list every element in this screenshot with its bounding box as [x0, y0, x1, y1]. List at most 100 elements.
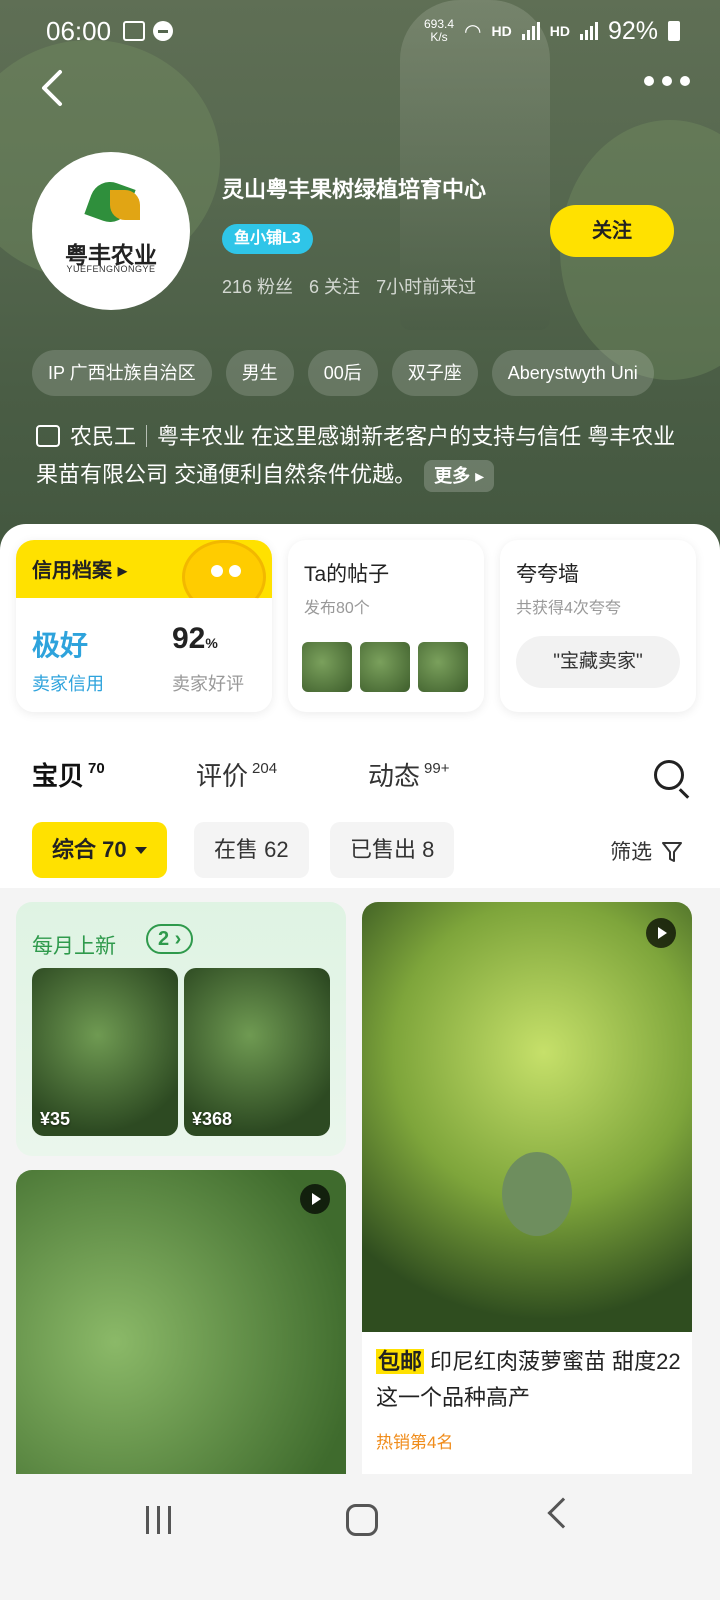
bio-occupation: 农民工: [70, 424, 137, 449]
good-review-label: 卖家好评: [172, 674, 244, 694]
filter-button-label: 筛选: [610, 841, 653, 864]
gallery-icon: [123, 21, 146, 41]
tab-reviews-label: 评价: [196, 761, 249, 791]
back-nav-icon[interactable]: [547, 1497, 579, 1529]
posts-thumbnails: [302, 642, 468, 692]
product-card-right[interactable]: 包邮 印尼红肉菠萝蜜苗 甜度22 这一个品种高产 热销第4名: [362, 902, 692, 1502]
praise-title: 夸夸墙: [516, 563, 579, 586]
praise-count: 共获得4次夸夸: [516, 600, 621, 617]
bio-more-button[interactable]: 更多 ▸: [424, 460, 495, 492]
signal-icon-2: [579, 22, 598, 40]
credit-title-text: 信用档案: [32, 560, 112, 582]
product-title: 包邮 印尼红肉菠萝蜜苗 甜度22 这一个品种高产: [376, 1344, 682, 1416]
seller-credit-label: 卖家信用: [32, 674, 104, 694]
tag-zodiac: 双子座: [391, 350, 478, 396]
hd-label-2: HD: [549, 23, 570, 39]
tab-reviews[interactable]: 评价 204: [196, 756, 277, 793]
fans-count[interactable]: 216 粉丝: [222, 273, 293, 299]
monthly-item-thumbnail[interactable]: ¥35: [32, 968, 178, 1136]
following-count[interactable]: 6 关注: [309, 273, 360, 299]
shop-name: 灵山粤丰果树绿植培育中心: [222, 177, 487, 202]
shop-avatar[interactable]: 粤丰农业 YUEFENGNONGYE: [32, 152, 190, 310]
filter-all[interactable]: 综合 70: [32, 822, 167, 878]
profile-tags: IP 广西壮族自治区 男生 00后 双子座 Aberystwyth Uni: [32, 350, 654, 396]
logo-leaf-icon: [110, 190, 140, 220]
shop-tabs: 宝贝 70 评价 204 动态 99+: [32, 756, 692, 806]
post-thumbnail[interactable]: [302, 642, 352, 692]
monthly-new-count[interactable]: 2 ›: [146, 924, 194, 954]
tab-items[interactable]: 宝贝 70: [32, 756, 105, 799]
filter-sold[interactable]: 已售出 8: [330, 822, 455, 878]
search-icon[interactable]: [654, 760, 684, 790]
wifi-icon: ◠: [464, 20, 482, 43]
filter-on-sale[interactable]: 在售 62: [194, 822, 309, 878]
more-options-icon[interactable]: [644, 76, 690, 86]
follow-button[interactable]: 关注: [550, 205, 674, 257]
tab-activity-label: 动态: [368, 761, 421, 791]
filter-all-label: 综合 70: [52, 837, 127, 862]
last-seen: 7小时前来过: [376, 277, 477, 297]
logo-brand-subtext: YUEFENGNONGYE: [66, 264, 156, 274]
do-not-disturb-icon: [153, 21, 174, 41]
credit-card-body: 极好 卖家信用 92% 卖家好评: [16, 598, 272, 712]
monthly-new-title: 每月上新: [32, 935, 116, 958]
posts-card[interactable]: Ta的帖子 发布80个: [288, 540, 484, 712]
shop-level-badge[interactable]: 鱼小铺L3: [222, 224, 313, 254]
video-play-icon: [300, 1184, 330, 1214]
back-arrow-icon[interactable]: [36, 68, 76, 108]
bio-more-label: 更多: [434, 466, 471, 486]
monthly-new-count-value: 2: [158, 928, 170, 950]
filter-sold-label: 已售出 8: [350, 837, 435, 862]
signal-icon: [521, 22, 540, 40]
home-icon[interactable]: [346, 1504, 378, 1536]
posts-count: 发布80个: [304, 600, 370, 617]
seller-credit-rating: 极好: [32, 630, 89, 661]
status-bar: 06:00 693.4 K/s ◠ HD HD 92%: [46, 14, 680, 48]
recent-apps-icon[interactable]: [146, 1506, 171, 1534]
good-review-rate: 92%: [172, 622, 218, 656]
item-filters: 综合 70 在售 62 已售出 8 筛选: [32, 822, 692, 878]
tag-gender: 男生: [225, 350, 294, 396]
shop-stats: 216 粉丝 6 关注 7小时前来过: [222, 273, 476, 299]
tag-age: 00后: [307, 350, 378, 396]
tab-activity[interactable]: 动态 99+: [368, 756, 449, 793]
credit-card-title: 信用档案 ▸: [32, 560, 128, 582]
posts-title: Ta的帖子: [304, 563, 390, 586]
praise-tag[interactable]: "宝藏卖家": [516, 636, 680, 688]
filter-on-sale-label: 在售 62: [214, 837, 289, 862]
divider: [146, 425, 148, 447]
credit-profile-card[interactable]: 信用档案 ▸ 极好 卖家信用 92% 卖家好评: [16, 540, 272, 712]
tab-items-count: 70: [88, 760, 105, 777]
video-play-icon: [646, 918, 676, 948]
network-speed-unit: K/s: [430, 30, 448, 44]
free-shipping-tag: 包邮: [376, 1349, 425, 1374]
monthly-new-card[interactable]: 每月上新 2 › ¥35 ¥368: [16, 902, 346, 1156]
tab-activity-count: 99+: [424, 760, 450, 777]
product-image[interactable]: [362, 902, 692, 1332]
filter-button[interactable]: 筛选: [610, 836, 682, 866]
tag-school: Aberystwyth Uni: [491, 350, 654, 396]
funnel-icon: [662, 842, 682, 862]
item-price: ¥35: [40, 1109, 71, 1129]
network-speed-value: 693.4: [424, 17, 455, 31]
tab-items-label: 宝贝: [32, 761, 85, 791]
good-rate-value: 92: [172, 622, 206, 655]
status-time: 06:00: [46, 15, 112, 46]
post-thumbnail[interactable]: [418, 642, 468, 692]
network-speed: 693.4 K/s: [424, 18, 454, 44]
content-panel: 信用档案 ▸ 极好 卖家信用 92% 卖家好评 Ta的帖子 发布80个 夸夸墙 …: [0, 524, 720, 1600]
item-price: ¥368: [192, 1109, 233, 1129]
product-image-fruit: [502, 1152, 572, 1236]
battery-percent: 92%: [607, 16, 658, 45]
good-rate-unit: %: [205, 635, 218, 651]
tab-reviews-count: 204: [252, 760, 278, 777]
praise-wall-card[interactable]: 夸夸墙 共获得4次夸夸 "宝藏卖家": [500, 540, 696, 712]
monthly-item-thumbnail[interactable]: ¥368: [184, 968, 330, 1136]
hot-rank-label: 热销第4名: [376, 1433, 454, 1452]
hd-label-1: HD: [491, 23, 512, 39]
tag-ip: IP 广西壮族自治区: [32, 350, 212, 396]
system-navigation-bar: [0, 1474, 720, 1600]
shop-bio: 农民工 粤丰农业 在这里感谢新老客户的支持与信任 粤丰农业果苗有限公司 交通便利自…: [36, 418, 686, 494]
occupation-icon: [36, 425, 60, 447]
post-thumbnail[interactable]: [360, 642, 410, 692]
